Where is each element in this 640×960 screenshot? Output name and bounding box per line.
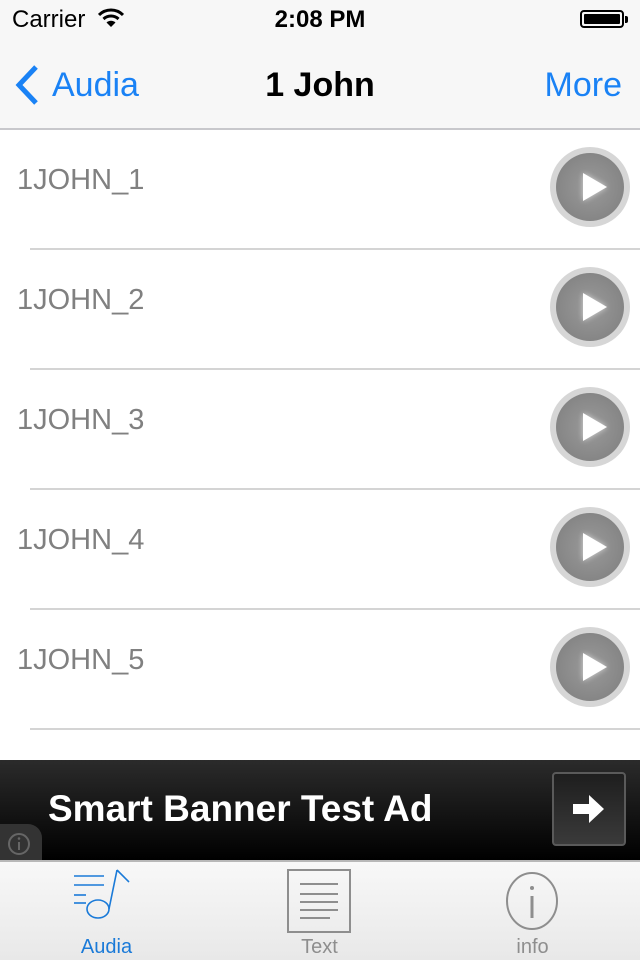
tab-label: info <box>516 936 549 958</box>
tab-info[interactable]: info <box>426 862 639 960</box>
play-icon <box>583 413 607 441</box>
info-icon <box>506 872 558 930</box>
tab-audia[interactable]: Audia <box>0 862 213 960</box>
play-button[interactable] <box>550 627 630 707</box>
row-separator <box>30 728 640 730</box>
ad-info-button[interactable] <box>0 824 42 860</box>
play-button[interactable] <box>550 267 630 347</box>
ad-text: Smart Banner Test Ad <box>48 788 433 829</box>
track-row[interactable]: 1JOHN_5 <box>0 610 640 730</box>
track-label: 1JOHN_2 <box>17 284 145 316</box>
play-icon <box>583 653 607 681</box>
play-button[interactable] <box>550 507 630 587</box>
tab-label: Text <box>301 936 338 958</box>
back-button[interactable]: Audia <box>14 64 139 106</box>
track-list: 1JOHN_1 1JOHN_2 1JOHN_3 1JOHN_4 1JOHN_5 <box>0 130 640 730</box>
chevron-left-icon <box>15 65 38 105</box>
tab-text[interactable]: Text <box>213 862 426 960</box>
track-row[interactable]: 1JOHN_1 <box>0 130 640 250</box>
play-button[interactable] <box>550 147 630 227</box>
info-icon <box>8 833 30 855</box>
track-row[interactable]: 1JOHN_2 <box>0 250 640 370</box>
track-row[interactable]: 1JOHN_3 <box>0 370 640 490</box>
ad-banner[interactable]: Smart Banner Test Ad <box>0 760 640 860</box>
document-icon <box>287 869 351 933</box>
play-icon <box>583 173 607 201</box>
play-button[interactable] <box>550 387 630 467</box>
arrow-right-icon <box>573 795 604 823</box>
play-icon <box>583 293 607 321</box>
music-list-icon <box>74 869 130 919</box>
tab-label: Audia <box>80 936 133 958</box>
status-bar: Carrier 2:08 PM <box>0 0 640 40</box>
ad-open-button[interactable] <box>552 772 626 846</box>
track-label: 1JOHN_1 <box>17 164 145 196</box>
track-label: 1JOHN_4 <box>17 524 145 556</box>
more-button[interactable]: More <box>545 66 622 105</box>
play-icon <box>583 533 607 561</box>
track-row[interactable]: 1JOHN_4 <box>0 490 640 610</box>
navigation-bar: Audia 1 John More <box>0 40 640 130</box>
back-button-label: Audia <box>52 65 139 104</box>
status-time: 2:08 PM <box>274 6 366 33</box>
track-label: 1JOHN_3 <box>17 404 145 436</box>
battery-icon <box>580 10 628 28</box>
track-label: 1JOHN_5 <box>17 644 145 676</box>
tab-bar: Audia Text info <box>0 860 640 960</box>
